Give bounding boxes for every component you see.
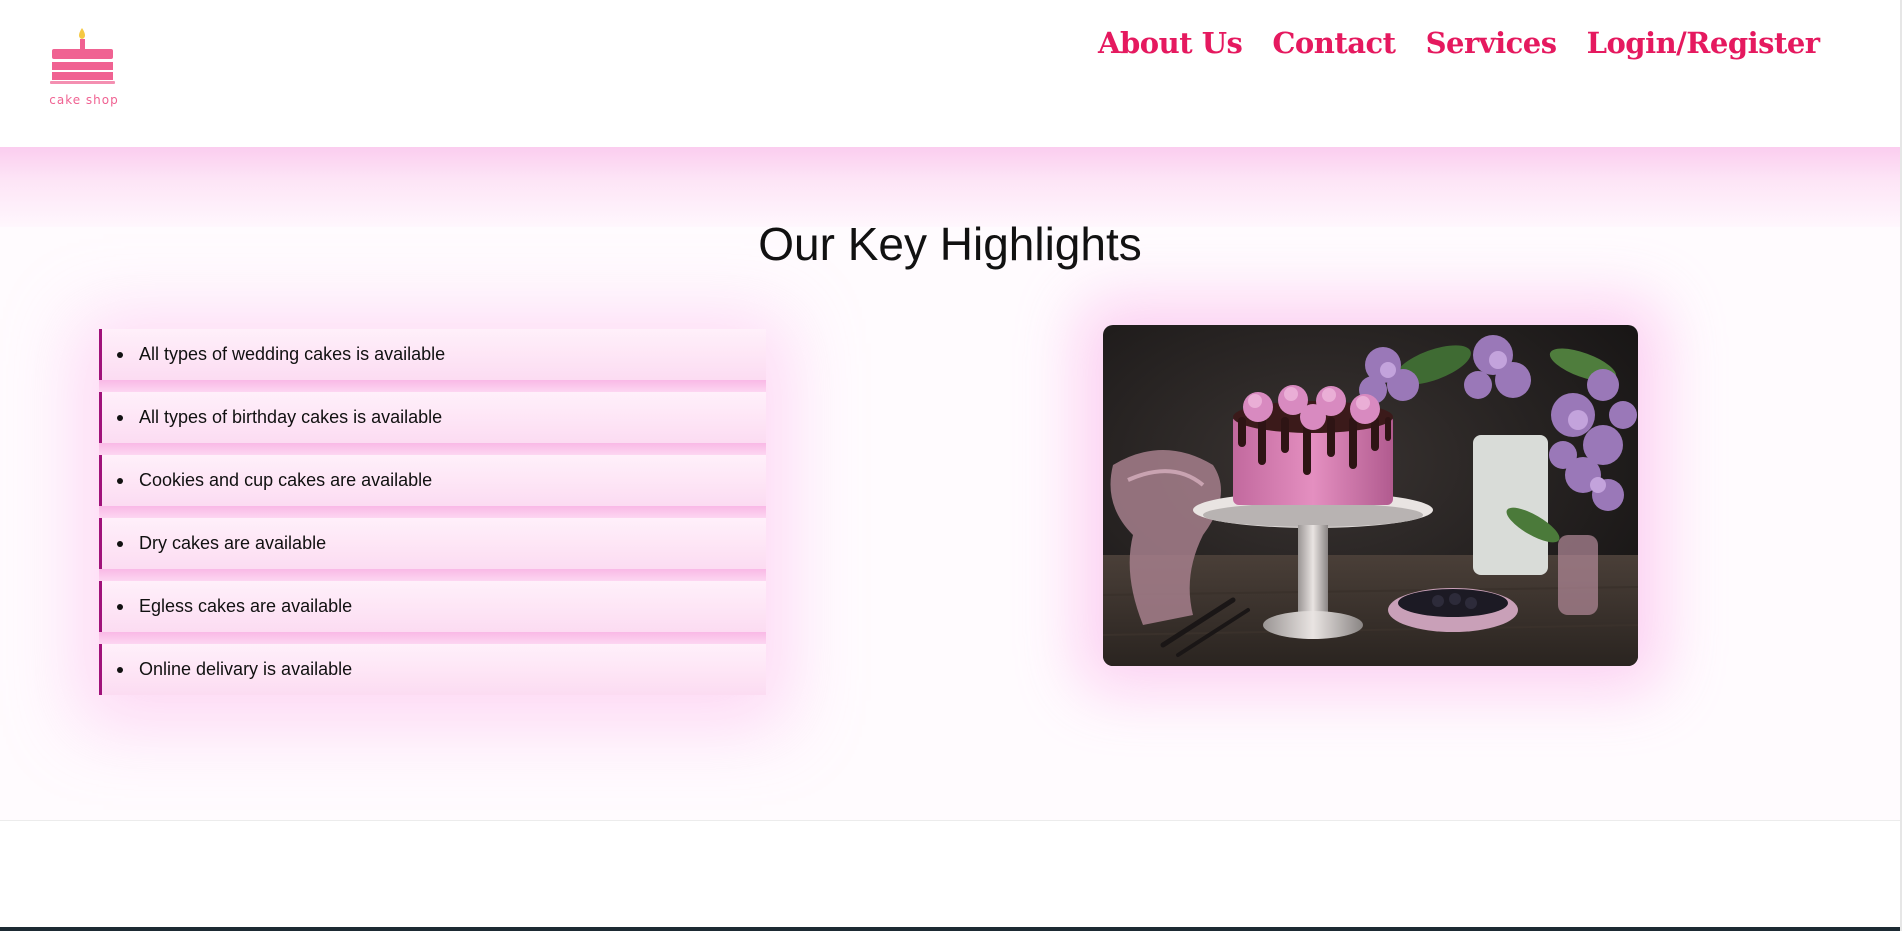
nav-contact[interactable]: Contact <box>1272 22 1396 64</box>
nav-login-register[interactable]: Login/Register <box>1587 22 1821 64</box>
highlights-section: Our Key Highlights All types of wedding … <box>0 147 1900 820</box>
page: cake shop About Us Contact Services Logi… <box>0 0 1902 931</box>
list-item: Egless cakes are available <box>99 581 766 644</box>
nav-about-us[interactable]: About Us <box>1098 22 1243 64</box>
logo-link[interactable]: cake shop <box>48 26 120 110</box>
header-shadow <box>0 147 1900 227</box>
footer-edge <box>0 927 1902 931</box>
cake-icon <box>50 28 115 84</box>
cake-photo <box>1103 325 1638 666</box>
list-item: Dry cakes are available <box>99 518 766 581</box>
list-item: All types of wedding cakes is available <box>99 329 766 392</box>
highlights-list: All types of wedding cakes is available … <box>99 329 766 695</box>
cake-image <box>1103 325 1638 666</box>
nav-services[interactable]: Services <box>1426 22 1557 64</box>
section-title: Our Key Highlights <box>758 218 1142 270</box>
logo-text: cake shop <box>49 93 119 107</box>
list-item: All types of birthday cakes is available <box>99 392 766 455</box>
main-nav: About Us Contact Services Login/Register <box>1098 22 1820 64</box>
list-item: Online delivary is available <box>99 644 766 695</box>
list-item: Cookies and cup cakes are available <box>99 455 766 518</box>
section-divider <box>0 820 1900 821</box>
site-header: cake shop About Us Contact Services Logi… <box>0 0 1900 147</box>
